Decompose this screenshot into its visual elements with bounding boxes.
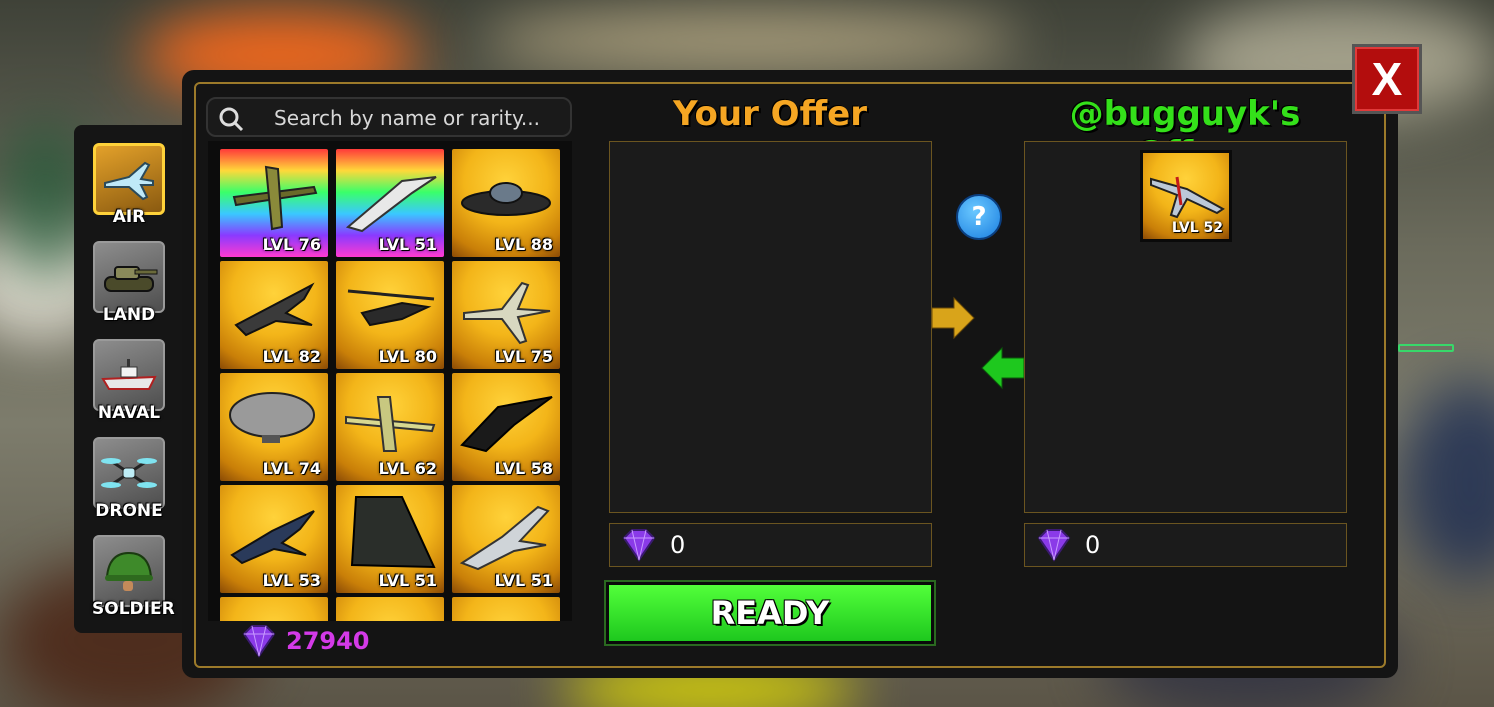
inventory-item[interactable]: LVL 51 — [452, 485, 560, 593]
helmet-icon — [93, 535, 165, 607]
category-label: SOLDIER — [92, 599, 175, 619]
your-offer-slot[interactable] — [609, 141, 932, 513]
category-label: AIR — [112, 207, 146, 227]
search-input[interactable] — [274, 105, 564, 131]
ship-icon — [93, 339, 165, 411]
fighter-jet-icon — [234, 282, 315, 337]
inventory-item[interactable]: LVL 75 — [452, 261, 560, 369]
category-label: LAND — [102, 305, 156, 325]
helicopter-icon — [347, 289, 435, 327]
their-gem-offer-value: 0 — [1085, 531, 1101, 559]
category-sidebar: AIR LAND NAVAL DRONE SOLDIER — [74, 125, 192, 633]
inventory-item[interactable]: LVL 80 — [336, 261, 444, 369]
inventory-item[interactable]: LVL 76 — [220, 149, 328, 257]
inventory-item[interactable]: LVL 51 — [336, 485, 444, 593]
category-label: DRONE — [95, 501, 163, 521]
arrow-left-icon — [981, 346, 1025, 390]
your-gem-offer[interactable]: 0 — [609, 523, 932, 567]
their-gem-offer: 0 — [1024, 523, 1347, 567]
close-button[interactable]: X — [1352, 44, 1422, 114]
gem-icon — [622, 529, 656, 562]
cargo-plane-icon — [345, 396, 436, 452]
search-bar — [206, 97, 572, 137]
category-soldier[interactable]: SOLDIER — [92, 535, 175, 627]
inventory-grid: LVL 76 LVL 51 LVL 88 LVL 82 LVL 80 LVL 7… — [208, 141, 572, 621]
their-offer-item[interactable]: LVL 52 — [1140, 150, 1232, 242]
category-land[interactable]: LAND — [92, 241, 166, 333]
blimp-icon — [229, 392, 315, 443]
fighter-jet-icon — [230, 510, 315, 565]
gem-icon — [1037, 529, 1071, 562]
inventory-item[interactable]: LVL 88 — [452, 149, 560, 257]
stealth-jet-icon — [460, 396, 553, 453]
tank-icon — [93, 241, 165, 313]
your-gem-offer-value: 0 — [670, 531, 686, 559]
drone-icon — [93, 437, 165, 509]
fighter-jet-icon — [463, 281, 551, 345]
your-offer-title: Your Offer — [673, 94, 867, 134]
category-air[interactable]: AIR — [92, 143, 166, 235]
propeller-plane-icon — [1150, 176, 1225, 219]
jet-icon — [93, 143, 165, 215]
stealth-bomber-icon — [350, 496, 436, 569]
inventory-item[interactable] — [336, 597, 444, 621]
category-label: NAVAL — [97, 403, 161, 423]
category-naval[interactable]: NAVAL — [92, 339, 166, 431]
inventory-item[interactable] — [452, 597, 560, 621]
category-drone[interactable]: DRONE — [92, 437, 166, 529]
fighter-jet-icon — [459, 505, 550, 571]
help-button[interactable]: ? — [956, 194, 1002, 240]
stealth-jet-icon — [345, 176, 437, 233]
cargo-plane-icon — [232, 165, 318, 231]
laser-beam — [1398, 344, 1454, 352]
inventory-item[interactable] — [220, 597, 328, 621]
ready-button[interactable]: READY — [606, 582, 934, 644]
inventory-item[interactable]: LVL 53 — [220, 485, 328, 593]
inventory-item[interactable]: LVL 51 — [336, 149, 444, 257]
inventory-item[interactable]: LVL 62 — [336, 373, 444, 481]
gem-balance: 27940 — [240, 624, 370, 658]
search-icon — [219, 107, 244, 132]
inventory-item[interactable]: LVL 74 — [220, 373, 328, 481]
gem-balance-value: 27940 — [286, 627, 370, 655]
arrow-right-icon — [931, 296, 975, 340]
ufo-icon — [461, 182, 551, 216]
inventory-item[interactable]: LVL 58 — [452, 373, 560, 481]
inventory-item[interactable]: LVL 82 — [220, 261, 328, 369]
gem-icon — [242, 625, 276, 658]
